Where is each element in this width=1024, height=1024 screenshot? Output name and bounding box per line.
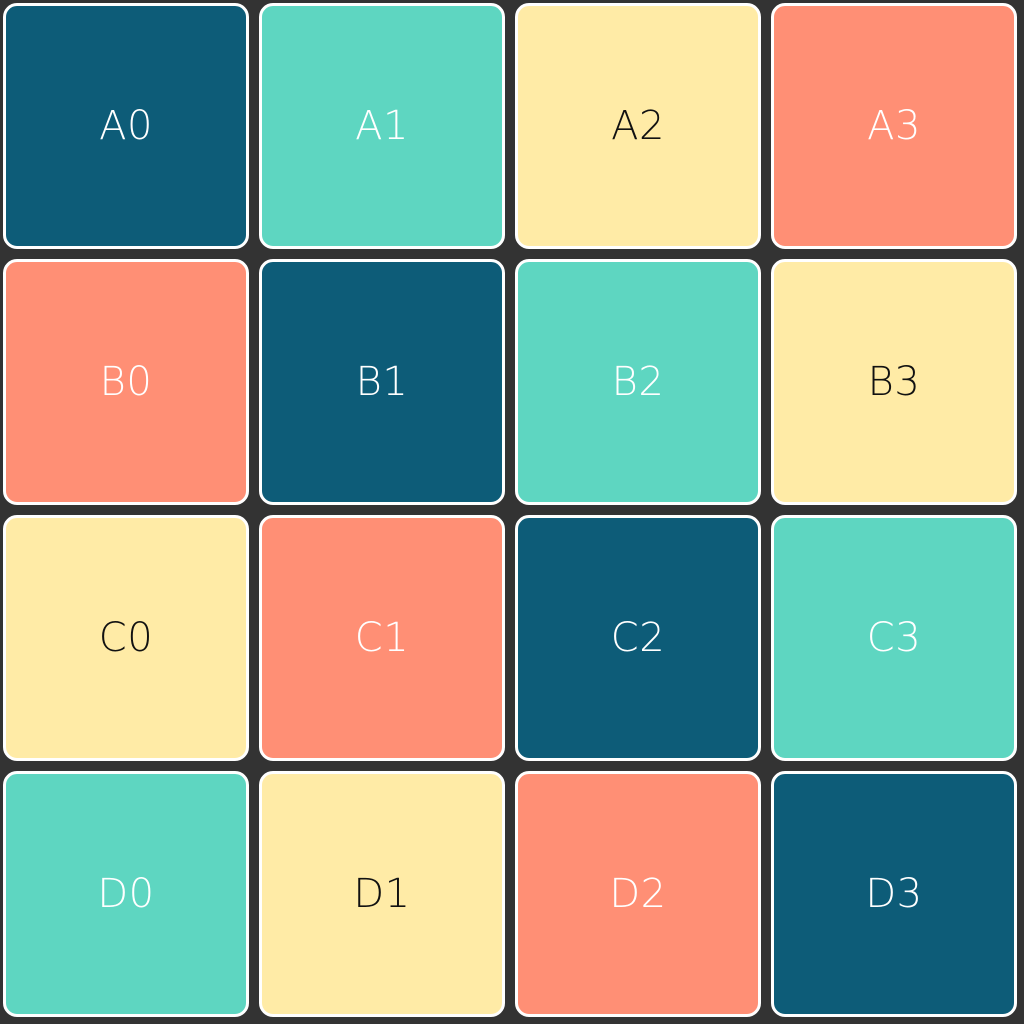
tile-label: C3 <box>866 615 922 661</box>
tile-label: B2 <box>611 359 665 405</box>
tile-b0[interactable]: B0 <box>3 259 249 505</box>
tile-c0[interactable]: C0 <box>3 515 249 761</box>
tile-a1[interactable]: A1 <box>259 3 505 249</box>
tile-label: A0 <box>99 103 153 149</box>
tile-label: D2 <box>609 871 667 917</box>
tile-d1[interactable]: D1 <box>259 771 505 1017</box>
tile-label: C2 <box>610 615 666 661</box>
tile-a0[interactable]: A0 <box>3 3 249 249</box>
tile-b2[interactable]: B2 <box>515 259 761 505</box>
tile-label: B3 <box>867 359 921 405</box>
tile-b3[interactable]: B3 <box>771 259 1017 505</box>
tile-c1[interactable]: C1 <box>259 515 505 761</box>
tile-d0[interactable]: D0 <box>3 771 249 1017</box>
tile-label: A3 <box>867 103 921 149</box>
tile-a2[interactable]: A2 <box>515 3 761 249</box>
tile-d2[interactable]: D2 <box>515 771 761 1017</box>
tile-b1[interactable]: B1 <box>259 259 505 505</box>
tile-label: C0 <box>98 615 154 661</box>
tile-a3[interactable]: A3 <box>771 3 1017 249</box>
tile-label: D1 <box>353 871 411 917</box>
tile-label: D0 <box>97 871 155 917</box>
tile-d3[interactable]: D3 <box>771 771 1017 1017</box>
tile-label: C1 <box>354 615 410 661</box>
tile-c2[interactable]: C2 <box>515 515 761 761</box>
tile-label: B0 <box>99 359 153 405</box>
tile-c3[interactable]: C3 <box>771 515 1017 761</box>
tile-label: B1 <box>355 359 409 405</box>
tile-label: A1 <box>355 103 409 149</box>
tile-grid: A0 A1 A2 A3 B0 B1 B2 B3 C0 C1 C2 C3 D0 D… <box>0 0 1024 1024</box>
tile-label: A2 <box>611 103 665 149</box>
tile-label: D3 <box>865 871 923 917</box>
